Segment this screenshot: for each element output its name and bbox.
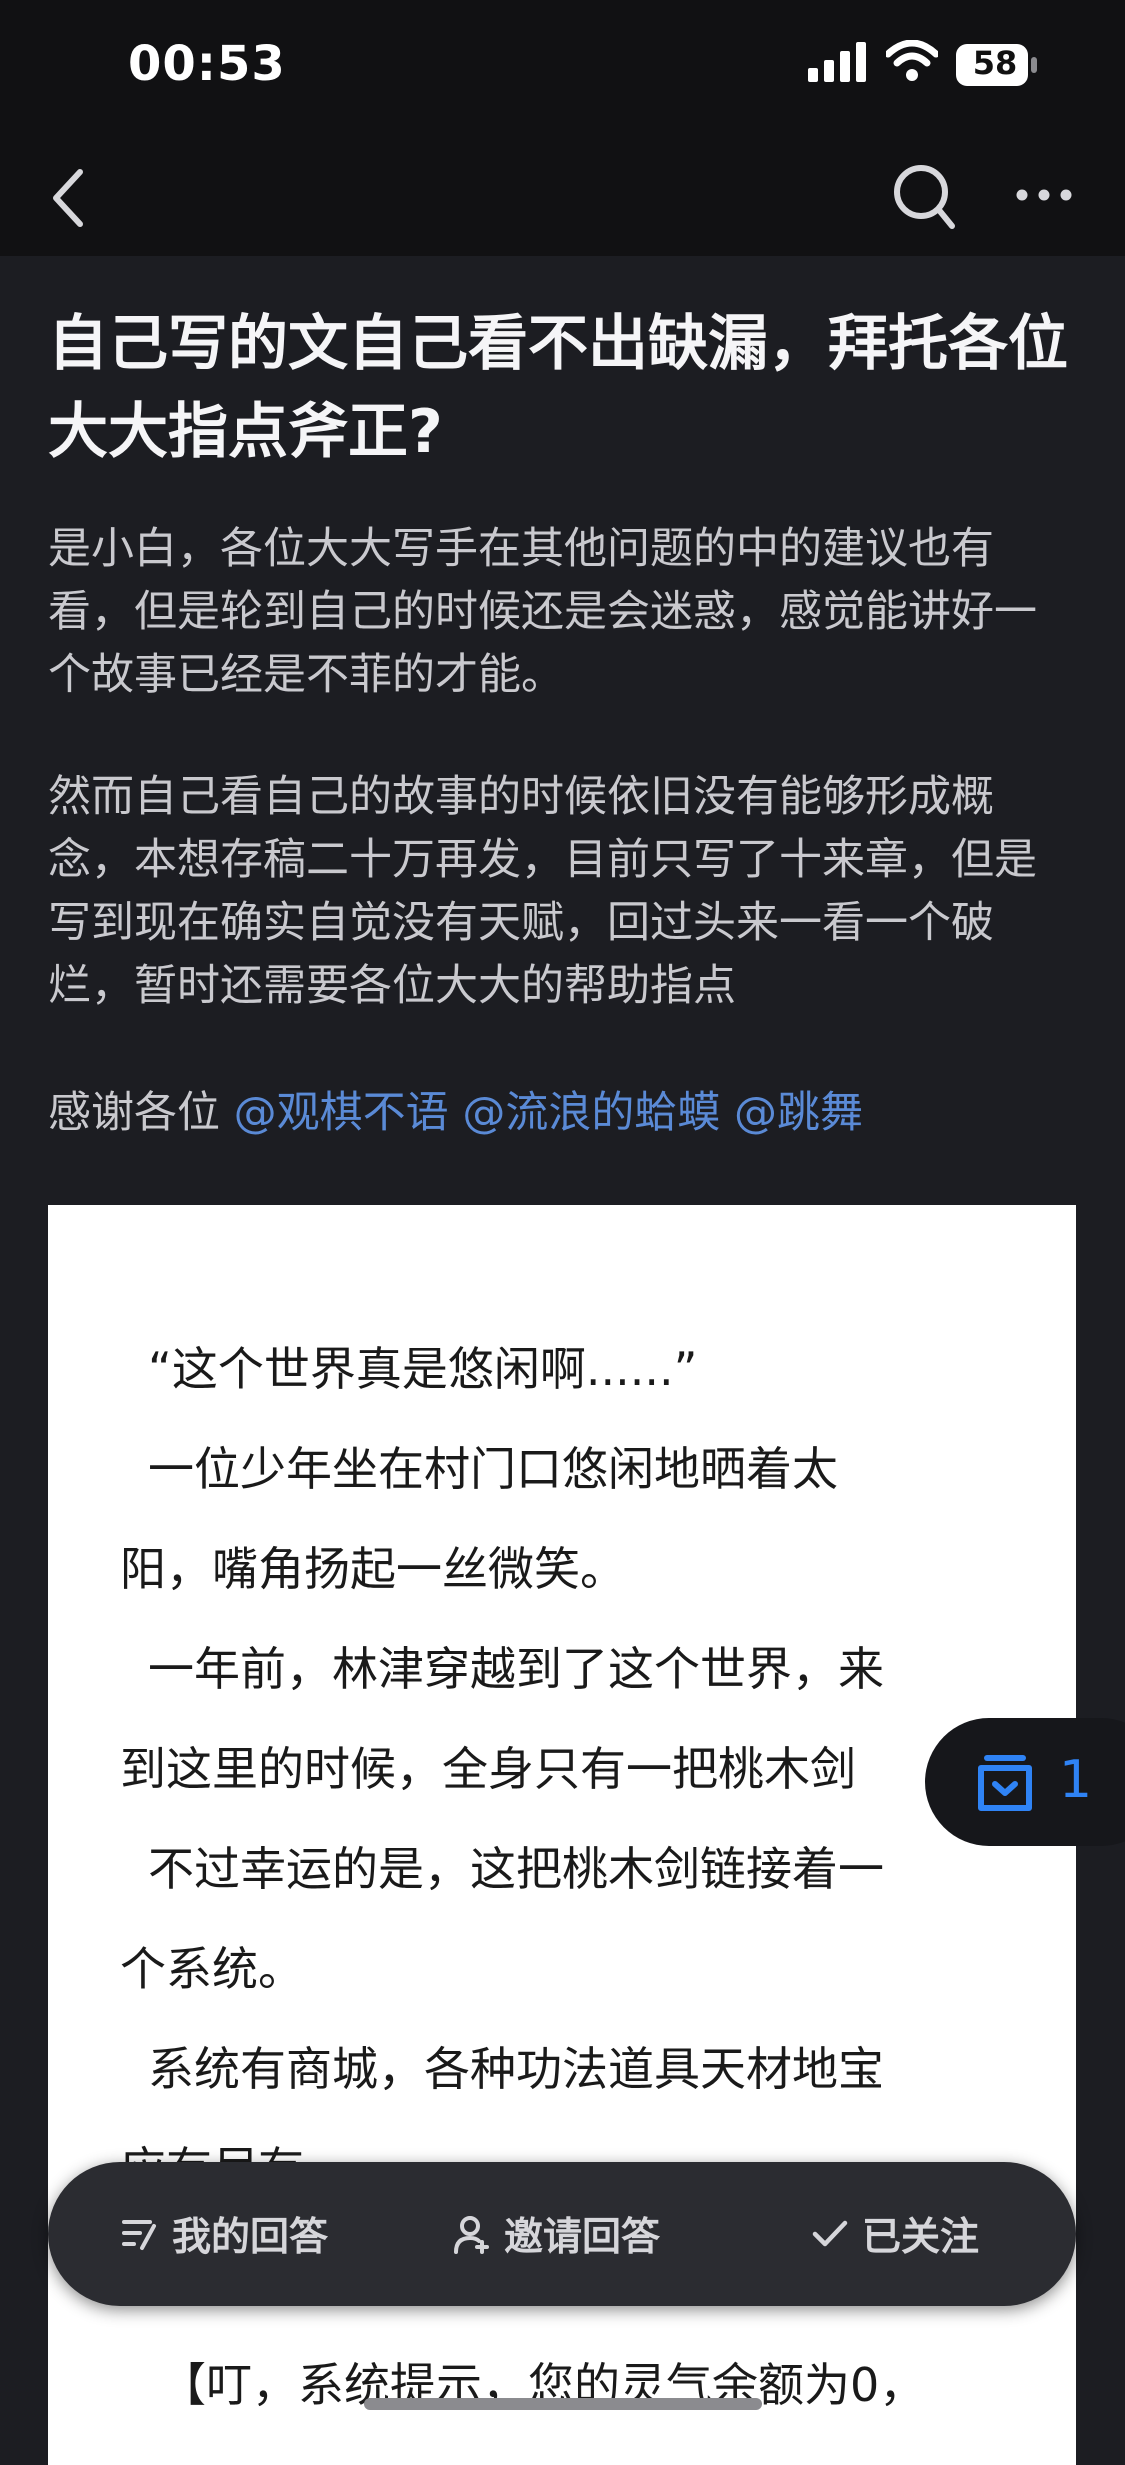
more-icon[interactable] [1014,180,1074,210]
story-line: 到这里的时候，全身只有一把桃木剑 [120,1742,856,1796]
nav-bar [0,140,1125,256]
story-line: 一位少年坐在村门口悠闲地晒着太 [148,1442,838,1496]
cellular-signal-icon [808,42,866,82]
story-line: 【叮，系统提示，您的灵气余额为0， [160,2358,926,2412]
following-label: 已关注 [862,2215,980,2260]
mention-link[interactable]: @观棋不语 [234,1088,449,1138]
story-line: “这个世界真是悠闲啊......” [148,1342,698,1396]
status-bar: 00:53 58 [0,0,1125,140]
search-icon[interactable] [892,162,956,232]
question-description-paragraph: 然而自己看自己的故事的时候依旧没有能够形成概念，本想存稿二十万再发，目前只写了十… [48,772,1037,1011]
invite-person-icon [454,2216,489,2254]
story-line: 个系统。 [120,1942,304,1996]
status-time: 00:53 [128,36,286,92]
my-answer-button[interactable]: 我的回答 [120,2162,328,2306]
mention-link[interactable]: @跳舞 [734,1088,863,1138]
story-line: 阳，嘴角扬起一丝微笑。 [120,1542,626,1596]
floating-collection-button[interactable]: 1 [925,1718,1125,1846]
mention-link[interactable]: @流浪的蛤蟆 [462,1088,720,1138]
invite-answer-label: 邀请回答 [504,2215,661,2260]
question-title: 自己写的文自己看不出缺漏，拜托各位大大指点斧正? [48,309,1068,467]
my-answer-label: 我的回答 [172,2215,329,2260]
edit-lines-icon [122,2220,156,2250]
story-line: 不过幸运的是，这把桃木剑链接着一 [148,1842,884,1896]
following-button[interactable]: 已关注 [810,2162,979,2306]
invite-answer-button[interactable]: 邀请回答 [452,2162,660,2306]
wifi-icon [886,40,938,81]
home-indicator[interactable] [364,2398,762,2410]
question-description-paragraph: 是小白，各位大大写手在其他问题的中的建议也有看，但是轮到自己的时候还是会迷惑，感… [48,524,1037,700]
story-line: 系统有商城，各种功法道具天材地宝 [148,2042,884,2096]
thanks-line: 感谢各位 @观棋不语 @流浪的蛤蟆 @跳舞 [48,1082,1078,1145]
story-line: 一年前，林津穿越到了这个世界，来 [148,1642,884,1696]
thanks-text: 感谢各位 [48,1088,234,1138]
badge-count: 1 [1059,1750,1093,1810]
checkmark-icon [812,2220,848,2247]
back-icon[interactable] [48,166,88,230]
archive-box-icon [978,1755,1032,1811]
battery-level: 58 [972,44,1018,82]
bottom-action-bar: 我的回答 邀请回答 已关注 [48,2162,1076,2306]
